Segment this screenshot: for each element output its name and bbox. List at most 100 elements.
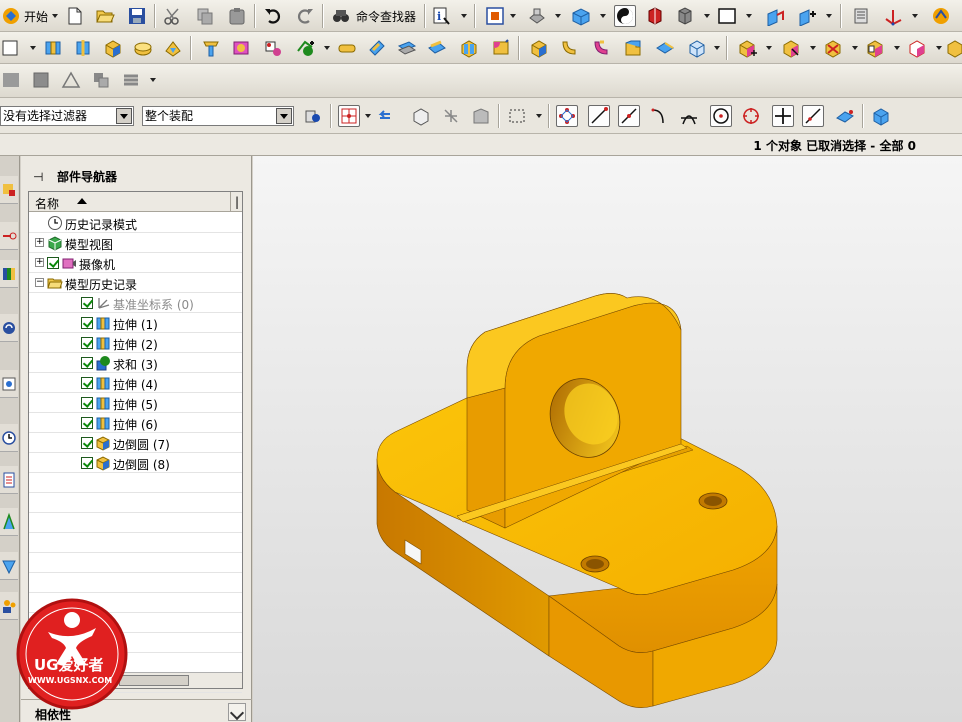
surface-grid-icon[interactable] (0, 69, 22, 91)
face-display-icon[interactable] (674, 5, 696, 27)
work-layer-icon[interactable] (796, 5, 818, 27)
visibility-checkbox[interactable] (81, 457, 93, 469)
tree-node[interactable]: 求和 (3) (29, 353, 242, 373)
copy-icon[interactable] (194, 5, 216, 27)
new-file-icon[interactable] (64, 5, 86, 27)
process-studio-icon[interactable] (0, 508, 18, 536)
type-filter-select[interactable]: 没有选择过滤器 (0, 106, 134, 126)
sketch-icon[interactable] (0, 37, 22, 59)
instance-icon[interactable] (736, 37, 758, 59)
pattern-icon[interactable] (822, 37, 844, 59)
undo-icon[interactable] (262, 5, 284, 27)
visibility-checkbox[interactable] (81, 437, 93, 449)
start-menu-icon[interactable] (0, 5, 22, 27)
edge-display-icon[interactable] (644, 5, 666, 27)
layout-icon[interactable] (764, 5, 786, 27)
snap-icon[interactable] (440, 105, 462, 127)
visibility-checkbox[interactable] (81, 417, 93, 429)
chevron-down-icon[interactable] (228, 703, 246, 721)
tree-node[interactable]: − 模型历史记录 (29, 273, 242, 293)
select-feature-dropdown[interactable] (365, 112, 371, 120)
expand-toggle-icon[interactable]: + (35, 258, 44, 267)
system-materials-icon[interactable] (0, 466, 18, 494)
revolve-icon[interactable] (72, 37, 94, 59)
end-point-icon[interactable] (588, 105, 610, 127)
start-menu-label[interactable]: 开始 (24, 8, 48, 25)
subtract-icon[interactable] (654, 37, 676, 59)
command-finder-label[interactable]: 命令查找器 (356, 8, 416, 25)
manufacturing-wizard-icon[interactable] (0, 552, 18, 580)
ruled-icon[interactable] (120, 69, 142, 91)
history-icon[interactable] (0, 424, 18, 452)
save-icon[interactable] (126, 5, 148, 27)
cut-icon[interactable] (162, 5, 184, 27)
arc-center-icon[interactable] (710, 105, 732, 127)
block-icon[interactable] (102, 37, 124, 59)
reverse-icon[interactable] (374, 105, 396, 127)
slot-icon[interactable] (336, 37, 358, 59)
face-display-dropdown[interactable] (704, 12, 710, 20)
part-model[interactable] (253, 156, 962, 722)
pattern-dropdown[interactable] (852, 44, 858, 52)
tree-node[interactable]: 拉伸 (4) (29, 373, 242, 393)
tree-node[interactable]: 边倒圆 (8) (29, 453, 242, 473)
chevron-down-icon[interactable] (116, 108, 132, 124)
snap-points-icon[interactable] (556, 105, 578, 127)
view-orientation-dropdown[interactable] (600, 12, 606, 20)
column-divider[interactable] (230, 192, 231, 212)
chamfer-icon[interactable] (528, 37, 550, 59)
show-hide-icon[interactable] (930, 5, 952, 27)
rect-select-icon[interactable] (506, 105, 528, 127)
tree-node[interactable]: 边倒圆 (7) (29, 433, 242, 453)
tree-node[interactable]: 基准坐标系 (0) (29, 293, 242, 313)
selection-scope-select[interactable]: 整个装配 (142, 106, 294, 126)
visibility-checkbox[interactable] (81, 297, 93, 309)
hole-icon[interactable] (200, 37, 222, 59)
mid-point-icon[interactable] (618, 105, 640, 127)
fit-view-icon[interactable] (484, 5, 506, 27)
display-style-dropdown[interactable] (746, 12, 752, 20)
tree-node[interactable]: + 摄像机 (29, 253, 242, 273)
visibility-checkbox[interactable] (47, 257, 59, 269)
select-body-icon[interactable] (410, 105, 432, 127)
draft-icon[interactable] (558, 37, 580, 59)
intersect-icon[interactable] (686, 37, 708, 59)
pin-icon[interactable]: ⊣ (33, 170, 43, 184)
paste-icon[interactable] (226, 5, 248, 27)
tree-node[interactable]: 拉伸 (1) (29, 313, 242, 333)
expand-toggle-icon[interactable]: + (35, 238, 44, 247)
cylinder-icon[interactable] (132, 37, 154, 59)
fit-view-dropdown[interactable] (510, 12, 516, 20)
assembly-filter-icon[interactable] (302, 105, 324, 127)
cone-icon[interactable] (162, 37, 184, 59)
shaded-icon[interactable] (614, 5, 636, 27)
instance-dropdown[interactable] (766, 44, 772, 52)
pad-icon[interactable] (294, 37, 316, 59)
rect-select-dropdown[interactable] (536, 112, 542, 120)
reuse-library-icon[interactable] (0, 314, 18, 342)
mirror-icon[interactable] (780, 37, 802, 59)
shell-icon[interactable] (458, 37, 480, 59)
visibility-checkbox[interactable] (81, 317, 93, 329)
control-point-icon[interactable] (648, 105, 670, 127)
render-style-icon[interactable] (526, 5, 548, 27)
surface-mesh-icon[interactable] (30, 69, 52, 91)
trim-body-icon[interactable] (426, 37, 448, 59)
constraint-navigator-icon[interactable] (0, 222, 18, 250)
existing-point-icon[interactable] (772, 105, 794, 127)
column-header-name[interactable]: 名称 (35, 195, 59, 212)
work-layer-dropdown[interactable] (826, 12, 832, 20)
redo-icon[interactable] (294, 5, 316, 27)
tree-node[interactable]: 拉伸 (2) (29, 333, 242, 353)
info-dropdown[interactable] (461, 12, 467, 20)
expand-toggle-icon[interactable]: − (35, 278, 44, 287)
wcs-icon[interactable] (882, 5, 904, 27)
cube-view-icon[interactable] (870, 105, 892, 127)
blend-face-icon[interactable] (590, 37, 612, 59)
tree-node[interactable]: 拉伸 (5) (29, 393, 242, 413)
point-on-surface-icon[interactable] (834, 105, 856, 127)
extract-icon[interactable] (944, 37, 962, 59)
wcs-dropdown[interactable] (912, 12, 918, 20)
tree-node[interactable]: 历史记录模式 (29, 213, 242, 233)
triangle-icon[interactable] (60, 69, 82, 91)
